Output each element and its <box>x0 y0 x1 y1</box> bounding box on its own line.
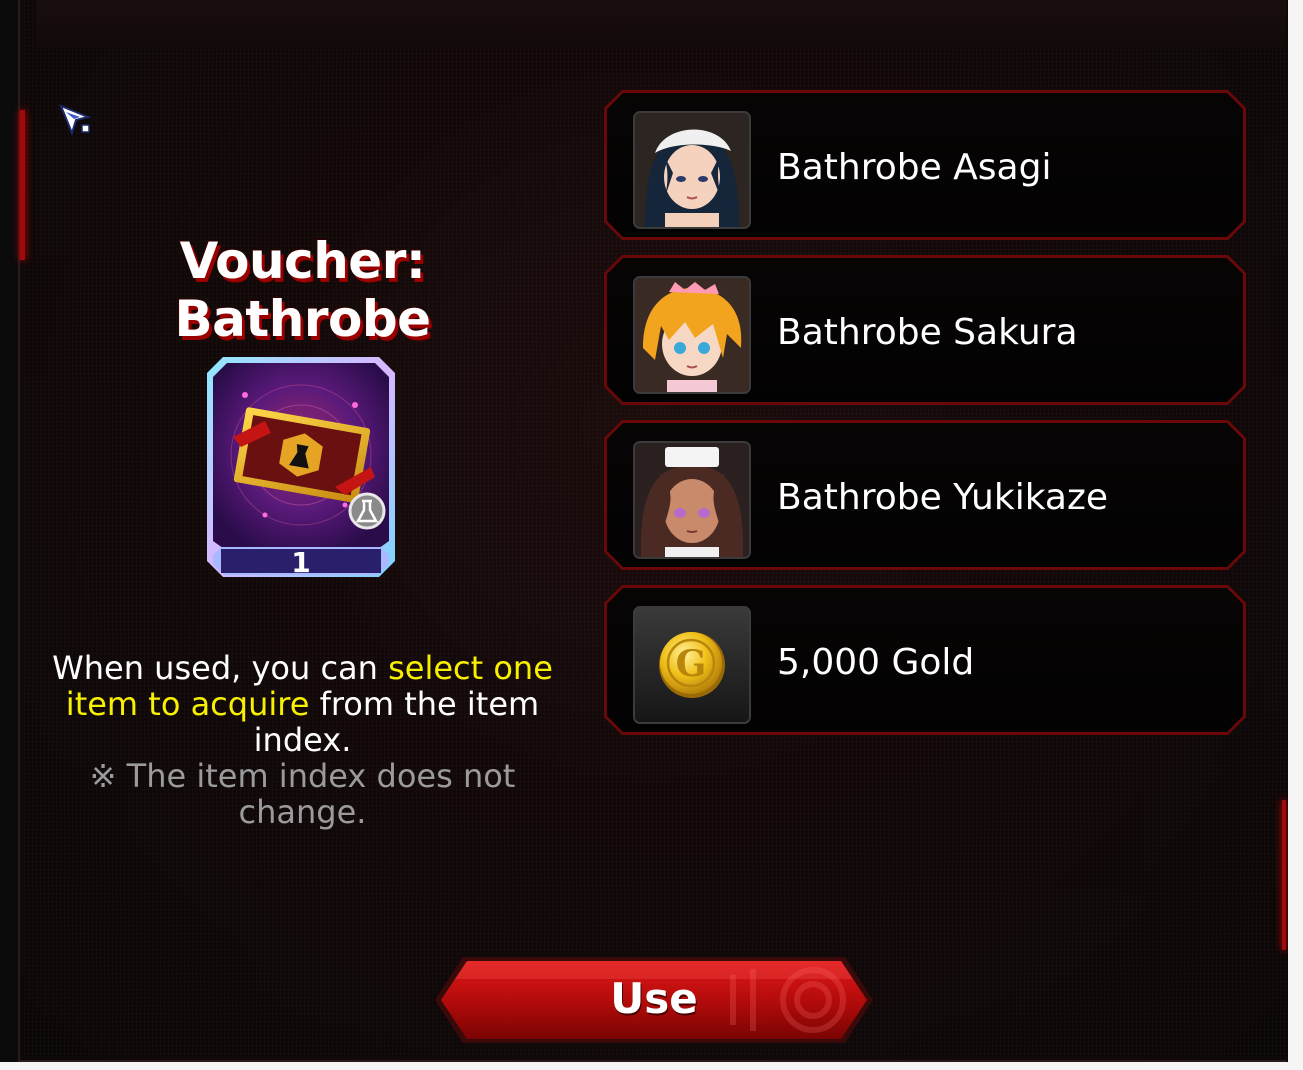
window-bottom-margin <box>0 1062 1303 1070</box>
use-button-label: Use <box>610 974 698 1023</box>
bathrobe-voucher-icon[interactable]: 1 <box>205 355 397 579</box>
svg-text:G: G <box>676 643 707 685</box>
option-bg: G 5,000 Gold <box>607 588 1243 732</box>
option-label: Bathrobe Yukikaze <box>777 477 1109 518</box>
option-bathrobe-yukikaze[interactable]: Bathrobe Yukikaze <box>604 420 1246 570</box>
panel-accent-right <box>1282 800 1286 950</box>
option-label: 5,000 Gold <box>777 642 975 683</box>
option-5000-gold[interactable]: G 5,000 Gold <box>604 585 1246 735</box>
yukikaze-portrait <box>633 441 751 559</box>
option-label: Bathrobe Sakura <box>777 312 1078 353</box>
option-bg: Bathrobe Yukikaze <box>607 423 1243 567</box>
option-bathrobe-asagi[interactable]: Bathrobe Asagi <box>604 90 1246 240</box>
item-quantity: 1 <box>291 546 310 579</box>
option-label: Bathrobe Asagi <box>777 147 1052 188</box>
gold-coin-icon: G <box>633 606 751 724</box>
option-bg: Bathrobe Sakura <box>607 258 1243 402</box>
description: When used, you can select one item to ac… <box>50 650 555 758</box>
note-text: ※ The item index does not change. <box>89 757 516 831</box>
description-text: When used, you can <box>52 649 389 687</box>
asagi-portrait <box>633 111 751 229</box>
option-bg: Bathrobe Asagi <box>607 93 1243 237</box>
panel-accent-left <box>20 110 25 260</box>
mouse-cursor-icon <box>59 104 92 136</box>
option-bathrobe-sakura[interactable]: Bathrobe Sakura <box>604 255 1246 405</box>
top-status-bar <box>36 0 1286 48</box>
sakura-portrait <box>633 276 751 394</box>
window-right-margin <box>1288 0 1303 1070</box>
dialog-title: Voucher: Bathrobe <box>174 232 431 348</box>
